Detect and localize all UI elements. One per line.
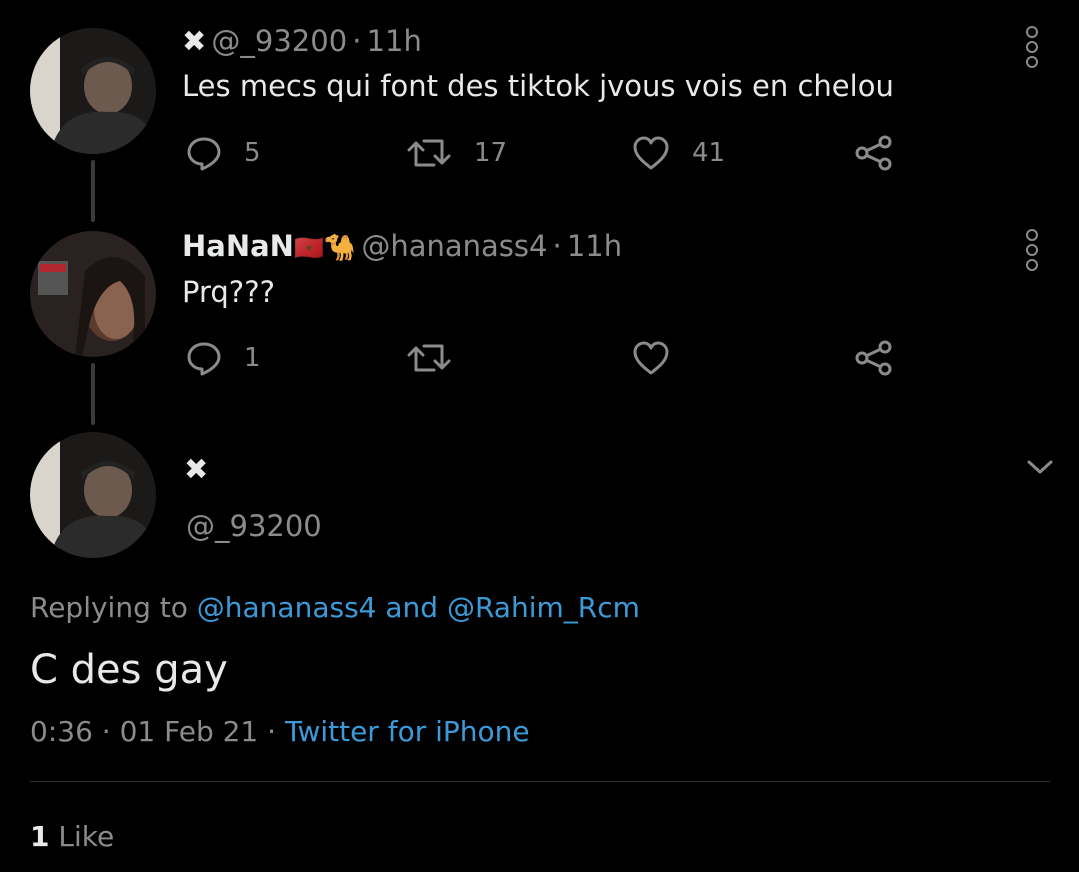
avatar[interactable] [30, 231, 156, 357]
avatar[interactable] [30, 28, 156, 154]
display-name[interactable]: HaNaN [182, 229, 294, 263]
separator: · [267, 715, 277, 748]
divider [30, 781, 1050, 782]
chevron-down-icon[interactable] [1026, 458, 1054, 476]
retweet-icon [407, 139, 451, 167]
flag-emoji: 🇲🇦 [293, 234, 324, 262]
tweet-header: HaNaN🇲🇦🐪 @hananass4 · 11h [182, 229, 622, 263]
heart-icon [633, 136, 669, 170]
like-stat-count: 1 [30, 820, 50, 853]
reply-button[interactable]: 5 [186, 135, 261, 171]
separator: · [352, 24, 362, 58]
source-link[interactable]: Twitter for iPhone [285, 715, 530, 748]
timestamp[interactable]: 11h [567, 229, 622, 263]
replying-and: and [385, 591, 439, 624]
replying-prefix: Replying to [30, 591, 188, 624]
like-button[interactable] [632, 340, 670, 376]
heart-icon [633, 341, 669, 375]
replying-to: Replying to @hananass4 and @Rahim_Rcm [30, 591, 640, 624]
thread-line [91, 160, 95, 222]
tweet-text: Les mecs qui font des tiktok jvous vois … [182, 69, 894, 103]
user-handle[interactable]: @_93200 [211, 24, 347, 58]
retweet-button[interactable] [406, 340, 452, 376]
like-count: 41 [692, 138, 726, 168]
reply-count: 5 [244, 138, 261, 168]
tweet-meta: 0:36 · 01 Feb 21 · Twitter for iPhone [30, 715, 530, 748]
retweet-count: 17 [474, 138, 508, 168]
mention-link[interactable]: @hananass4 [197, 591, 377, 624]
reply-count: 1 [244, 343, 261, 373]
user-handle[interactable]: @_93200 [186, 509, 322, 543]
avatar[interactable] [30, 432, 156, 558]
share-icon [855, 340, 892, 376]
display-name[interactable]: ✖ [182, 24, 206, 58]
retweet-button[interactable]: 17 [406, 135, 507, 171]
like-button[interactable]: 41 [632, 135, 725, 171]
reply-button[interactable]: 1 [186, 340, 261, 376]
avatar-photo [30, 432, 156, 558]
avatar-photo [30, 231, 156, 357]
like-stat-label: Like [58, 820, 115, 853]
retweet-icon [407, 344, 451, 372]
separator: · [552, 229, 562, 263]
tweet-date: 01 Feb 21 [119, 715, 259, 748]
user-handle[interactable]: @hananass4 [361, 229, 547, 263]
reply-icon [187, 342, 221, 376]
tweet-time: 0:36 [30, 715, 93, 748]
share-button[interactable] [855, 135, 893, 171]
tweet-text: C des gay [30, 647, 228, 693]
like-stat[interactable]: 1 Like [30, 820, 114, 853]
thread-line [91, 363, 95, 425]
display-name[interactable]: ✖ [184, 452, 208, 486]
tweet-text: Prq??? [182, 275, 275, 309]
avatar-photo [30, 28, 156, 154]
mention-link[interactable]: @Rahim_Rcm [447, 591, 640, 624]
share-button[interactable] [855, 340, 893, 376]
camel-emoji: 🐪 [323, 233, 357, 263]
share-icon [855, 135, 892, 171]
reply-icon [187, 137, 221, 171]
timestamp[interactable]: 11h [367, 24, 422, 58]
separator: · [101, 715, 111, 748]
more-options-icon[interactable] [1026, 229, 1040, 274]
tweet-header: ✖ @_93200 · 11h [182, 24, 422, 58]
more-options-icon[interactable] [1026, 26, 1040, 71]
